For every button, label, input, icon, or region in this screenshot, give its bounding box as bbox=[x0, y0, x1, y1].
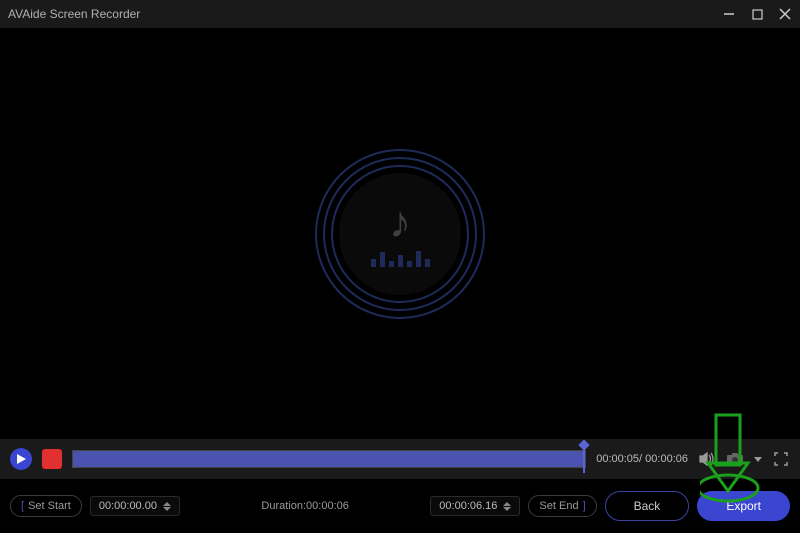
minimize-icon[interactable] bbox=[722, 7, 736, 21]
titlebar: AVAide Screen Recorder bbox=[0, 0, 800, 28]
set-start-button[interactable]: [Set Start bbox=[10, 495, 82, 517]
fullscreen-icon[interactable] bbox=[772, 450, 790, 468]
chevron-down-icon[interactable] bbox=[754, 450, 762, 468]
app-title: AVAide Screen Recorder bbox=[8, 7, 140, 21]
duration-display: Duration:00:00:06 bbox=[188, 500, 422, 512]
playhead[interactable] bbox=[583, 445, 585, 473]
playback-controls: 00:00:05/ 00:00:06 bbox=[0, 439, 800, 479]
start-time-stepper[interactable] bbox=[163, 502, 171, 511]
play-button[interactable] bbox=[10, 448, 32, 470]
start-time-field[interactable]: 00:00:00.00 bbox=[90, 496, 180, 516]
clip-controls: [Set Start 00:00:00.00 Duration:00:00:06… bbox=[0, 487, 800, 525]
preview-area: ♪ bbox=[0, 28, 800, 439]
window-controls bbox=[722, 7, 792, 21]
stop-button[interactable] bbox=[42, 449, 62, 469]
back-button[interactable]: Back bbox=[605, 491, 690, 521]
volume-icon[interactable] bbox=[698, 450, 716, 468]
maximize-icon[interactable] bbox=[750, 7, 764, 21]
end-time-field[interactable]: 00:00:06.16 bbox=[430, 496, 520, 516]
audio-placeholder: ♪ bbox=[315, 149, 485, 319]
set-end-button[interactable]: Set End] bbox=[528, 495, 596, 517]
timeline-scrubber[interactable] bbox=[72, 450, 586, 468]
end-time-stepper[interactable] bbox=[503, 502, 511, 511]
close-icon[interactable] bbox=[778, 7, 792, 21]
snapshot-icon[interactable] bbox=[726, 450, 744, 468]
export-button[interactable]: Export bbox=[697, 491, 790, 521]
time-display: 00:00:05/ 00:00:06 bbox=[596, 453, 688, 465]
